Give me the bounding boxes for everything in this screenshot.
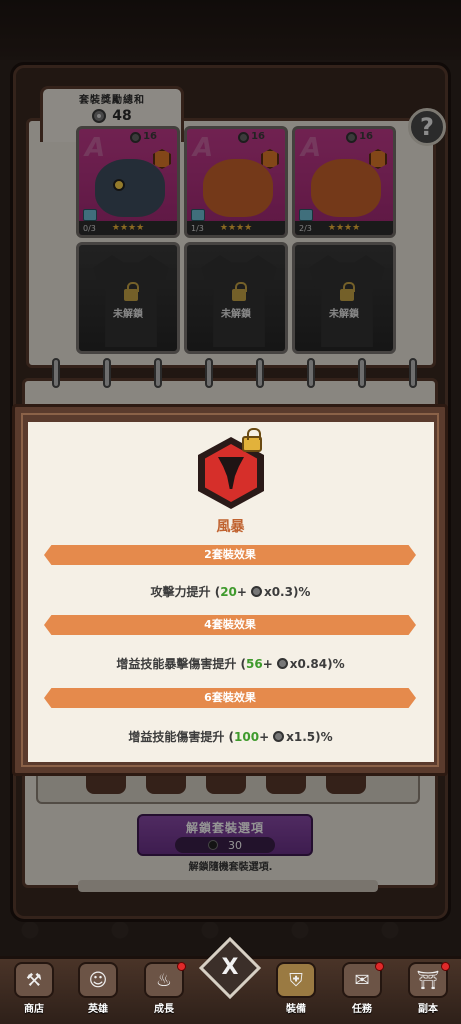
effect-multiplier: x0.3)%	[263, 584, 311, 599]
effect-multiplier: x1.5)%	[286, 729, 333, 744]
nav-hero[interactable]: ☺ 英雄	[68, 962, 128, 1020]
set-effect-4: 增益技能暴擊傷害提升 ( 56 + x0.84)%	[0, 655, 461, 672]
notification-dot	[375, 962, 384, 971]
effect-plus: +	[262, 656, 273, 671]
nav-growth[interactable]: ♨ 成長	[134, 962, 194, 1020]
nav-label: 商店	[24, 1004, 44, 1015]
shop-icon: ⚒	[14, 962, 54, 998]
gear-icon	[273, 731, 285, 742]
nav-dungeon[interactable]: ⛩ 副本	[398, 962, 458, 1020]
nav-label: 英雄	[88, 1004, 108, 1015]
gear-icon	[276, 658, 288, 669]
effect-plus: +	[236, 584, 247, 599]
set-effect-header-2: 2套裝效果	[44, 545, 416, 565]
lock-icon	[242, 428, 262, 452]
set-effect-6: 增益技能傷害提升 ( 100 + x1.5)%	[0, 728, 461, 745]
gear-icon	[250, 586, 262, 597]
set-name: 風暴	[216, 519, 245, 535]
hero-icon: ☺	[78, 962, 118, 998]
set-effect-header-4: 4套裝效果	[44, 615, 416, 635]
nav-quest[interactable]: ✉ 任務	[332, 962, 392, 1020]
close-icon[interactable]: X	[208, 946, 252, 990]
effect-text: 攻擊力提升 (	[150, 585, 221, 599]
set-effect-header-6: 6套裝效果	[44, 688, 416, 708]
set-effect-2: 攻擊力提升 ( 20 + x0.3)%	[0, 583, 461, 600]
nav-equipment[interactable]: ⛨ 裝備	[266, 962, 326, 1020]
effect-text: 增益技能暴擊傷害提升 (	[116, 657, 247, 671]
nav-label: 任務	[352, 1004, 372, 1015]
notification-dot	[441, 962, 450, 971]
nav-label: 裝備	[286, 1004, 306, 1015]
effect-plus: +	[259, 729, 270, 744]
nav-label: 成長	[154, 1004, 174, 1015]
effect-base-value: 100	[234, 729, 260, 744]
notification-dot	[177, 962, 186, 971]
effect-base-value: 56	[246, 656, 263, 671]
nav-label: 副本	[418, 1004, 438, 1015]
effect-multiplier: x0.84)%	[289, 656, 345, 671]
equipment-icon: ⛨	[276, 962, 316, 998]
effect-text: 增益技能傷害提升 (	[128, 730, 235, 744]
nav-shop[interactable]: ⚒ 商店	[4, 962, 64, 1020]
effect-base-value: 20	[220, 584, 237, 599]
